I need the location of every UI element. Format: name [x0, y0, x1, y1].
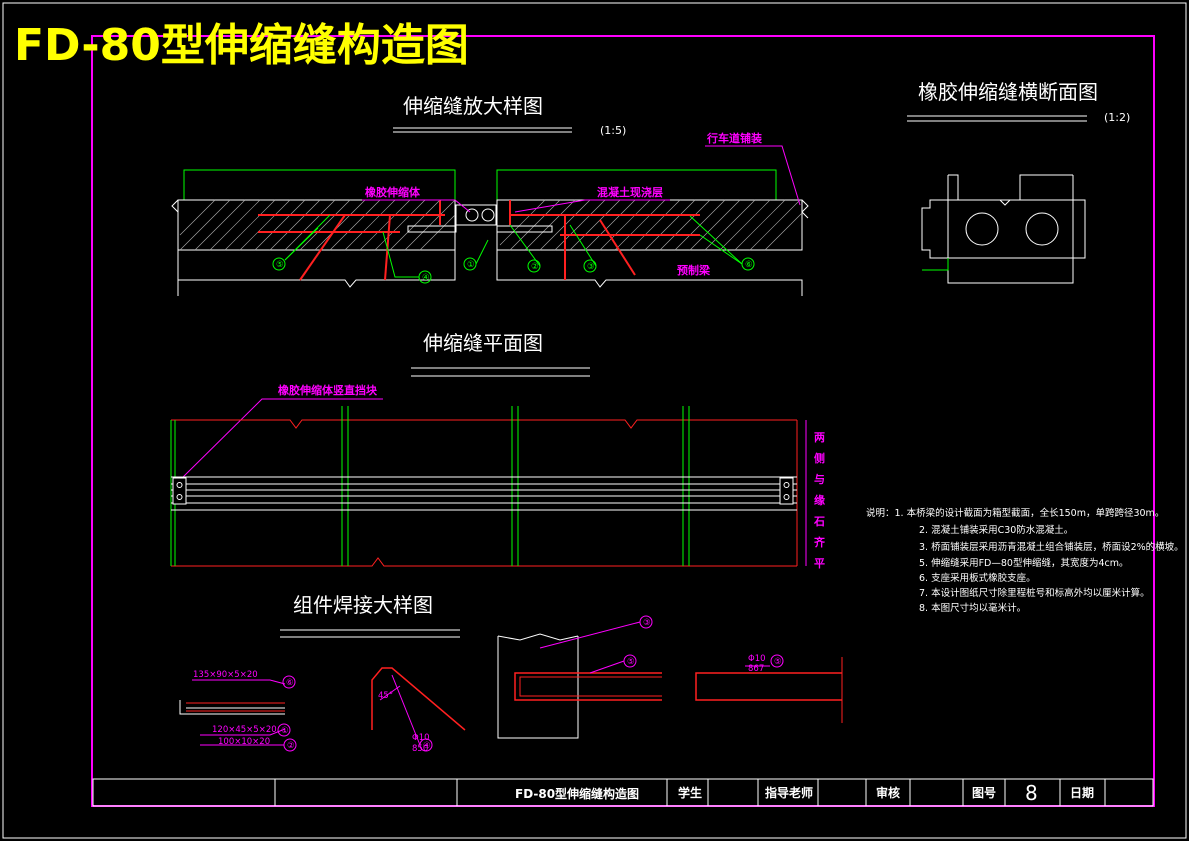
angle-label: 45° — [378, 691, 393, 701]
weld-callout-1: ① — [281, 726, 289, 736]
plan-top-edge — [171, 419, 797, 429]
weld-callout-5: ⑤ — [627, 657, 635, 667]
label-concrete-layer: 混凝土现浇层 — [597, 185, 663, 199]
label-rubber-body: 橡胶伸缩体 — [365, 185, 421, 199]
callout-5-text: ⑤ — [276, 260, 284, 270]
bar-b-top: Φ10 — [748, 654, 766, 664]
side-text-5: 齐 — [814, 535, 826, 549]
drawing-canvas: FD-80型伸缩缝构造图 伸缩缝放大样图 (1:5) 行车道铺装 橡胶伸缩体 混… — [2, 2, 1187, 839]
leader-stop-block — [179, 398, 383, 481]
side-text-0: 两 — [814, 431, 825, 444]
side-text-3: 缘 — [814, 493, 825, 507]
rubber-cross-section — [921, 174, 1086, 284]
tb-drawing-no: 8 — [1025, 781, 1038, 805]
tb-student-label: 学生 — [678, 785, 702, 800]
note-6: 8. 本图尺寸均以毫米计。 — [919, 602, 1026, 614]
label-deck-pavement: 行车道铺装 — [706, 131, 762, 145]
weld-detail-u-bar — [497, 615, 662, 739]
note-2: 3. 桥面铺装层采用沥青混凝土组合铺装层，桥面设2%的横坡。 — [919, 541, 1184, 553]
detail-drawing — [171, 169, 809, 296]
tb-review-label: 审核 — [876, 785, 900, 800]
plan-bottom-edge — [171, 557, 797, 567]
bar-b-bottom: 867 — [748, 664, 764, 674]
note-1: 2. 混凝土铺装采用C30防水混凝土。 — [919, 524, 1073, 536]
drawing-frame — [91, 35, 1155, 807]
cross-dim-green — [922, 258, 949, 271]
tb-drawing-name: FD-80型伸缩缝构造图 — [515, 786, 639, 801]
label-stop-block: 橡胶伸缩体竖直挡块 — [278, 383, 378, 397]
callout-2-text: ② — [531, 262, 539, 272]
side-text-6: 平 — [814, 557, 825, 570]
break-line-right — [801, 199, 809, 219]
note-4: 6. 支座采用板式橡胶支座。 — [919, 572, 1036, 584]
cross-section-scale: (1:2) — [1104, 111, 1130, 124]
leader-deck-pavement — [705, 145, 801, 206]
plan-side-text: 两 侧 与 缘 石 齐 平 — [813, 431, 826, 570]
anchor-plate-left — [407, 225, 457, 233]
rubber-joint-body — [455, 204, 497, 226]
joint-hole-right — [481, 208, 495, 222]
note-5: 7. 本设计图纸尺寸除里程桩号和标高外均以厘米计算。 — [919, 587, 1150, 599]
slab-left — [177, 199, 456, 251]
label-precast-beam: 预制梁 — [677, 263, 711, 277]
cross-section-title: 橡胶伸缩缝横断面图 — [918, 80, 1098, 104]
weld-callout-3: ③ — [643, 618, 651, 628]
leader-concrete-layer — [514, 199, 670, 213]
note-3: 5. 伸缩缝采用FD—80型伸缩缝，其宽度为4cm。 — [919, 557, 1128, 569]
plate2-label: 120×45×5×20 — [212, 725, 277, 735]
tb-date-label: 日期 — [1070, 785, 1094, 800]
plate3-label: 100×10×20 — [218, 737, 270, 747]
side-text-4: 石 — [813, 515, 825, 528]
side-text-1: 侧 — [814, 451, 825, 465]
plan-title: 伸缩缝平面图 — [423, 331, 543, 355]
callout-1-text: ① — [467, 260, 475, 270]
note-0: 说明：1. 本桥梁的设计截面为箱型截面，全长150m，单跨跨径30m。 — [866, 507, 1164, 519]
weld-callout-2: ② — [287, 741, 295, 751]
weld-callout-5b: ⑤ — [774, 657, 782, 667]
tb-drawing-no-label: 图号 — [972, 785, 996, 800]
detail-rebars — [258, 200, 700, 281]
tb-advisor-label: 指导老师 — [765, 785, 813, 800]
detail-title: 伸缩缝放大样图 — [403, 94, 543, 118]
detail-scale: (1:5) — [600, 124, 626, 137]
callout-6-text: ⑥ — [745, 260, 753, 270]
weld-callout-6: ⑥ — [286, 678, 294, 688]
plate1-label: 135×90×5×20 — [193, 670, 258, 680]
plan-drawing — [170, 406, 807, 567]
main-title: FD-80型伸缩缝构造图 — [14, 20, 469, 71]
side-text-2: 与 — [814, 473, 825, 486]
beam-right-bottom — [496, 250, 803, 296]
break-line-left — [171, 199, 179, 213]
weld-callout-4: ④ — [423, 741, 431, 751]
weld-detail-straight-bar — [695, 654, 843, 723]
callout-3-text: ③ — [587, 262, 595, 272]
callout-4-text: ④ — [422, 273, 430, 283]
weld-title: 组件焊接大样图 — [293, 593, 433, 617]
design-notes: 说明：1. 本桥梁的设计截面为箱型截面，全长150m，单跨跨径30m。 2. 混… — [866, 507, 1184, 614]
